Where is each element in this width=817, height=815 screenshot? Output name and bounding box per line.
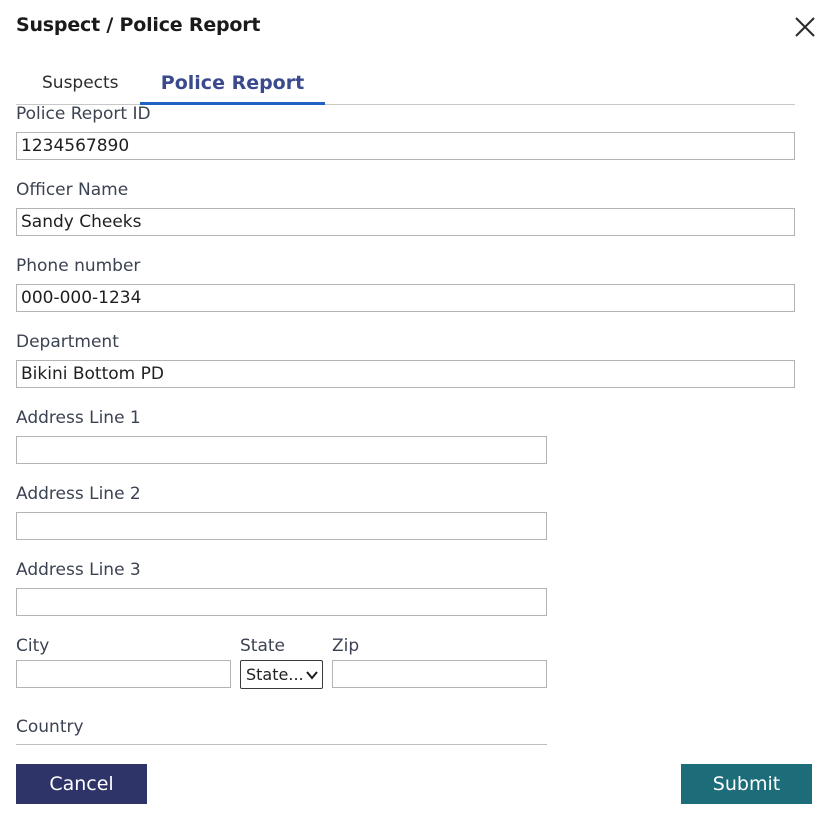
state-select-value: State... <box>246 665 304 684</box>
state-label: State <box>240 636 285 656</box>
police-report-id-label: Police Report ID <box>16 104 151 124</box>
close-icon[interactable] <box>794 16 816 38</box>
country-label: Country <box>16 717 84 737</box>
address-line-2-label: Address Line 2 <box>16 484 141 504</box>
tab-police-report[interactable]: Police Report <box>140 64 325 105</box>
city-field[interactable] <box>16 660 231 688</box>
zip-field[interactable] <box>332 660 547 688</box>
department-label: Department <box>16 332 119 352</box>
address-line-3-label: Address Line 3 <box>16 560 141 580</box>
submit-button[interactable]: Submit <box>681 764 812 804</box>
address-line-2-field[interactable] <box>16 512 547 540</box>
police-report-dialog: Suspect / Police Report Suspects Police … <box>0 0 817 815</box>
police-report-id-field[interactable] <box>16 132 795 160</box>
officer-name-label: Officer Name <box>16 180 129 200</box>
tab-suspects[interactable]: Suspects <box>42 64 119 102</box>
address-line-3-field[interactable] <box>16 588 547 616</box>
department-field[interactable] <box>16 360 795 388</box>
city-label: City <box>16 636 50 656</box>
country-field[interactable] <box>16 744 547 745</box>
address-line-1-field[interactable] <box>16 436 547 464</box>
cancel-button[interactable]: Cancel <box>16 764 147 804</box>
chevron-down-icon <box>306 671 318 680</box>
state-select[interactable]: State... <box>240 660 323 689</box>
address-line-1-label: Address Line 1 <box>16 408 141 428</box>
tab-bar: Suspects Police Report <box>16 64 795 105</box>
phone-number-field[interactable] <box>16 284 795 312</box>
zip-label: Zip <box>332 636 360 656</box>
officer-name-field[interactable] <box>16 208 795 236</box>
dialog-title: Suspect / Police Report <box>16 14 261 36</box>
phone-number-label: Phone number <box>16 256 141 276</box>
